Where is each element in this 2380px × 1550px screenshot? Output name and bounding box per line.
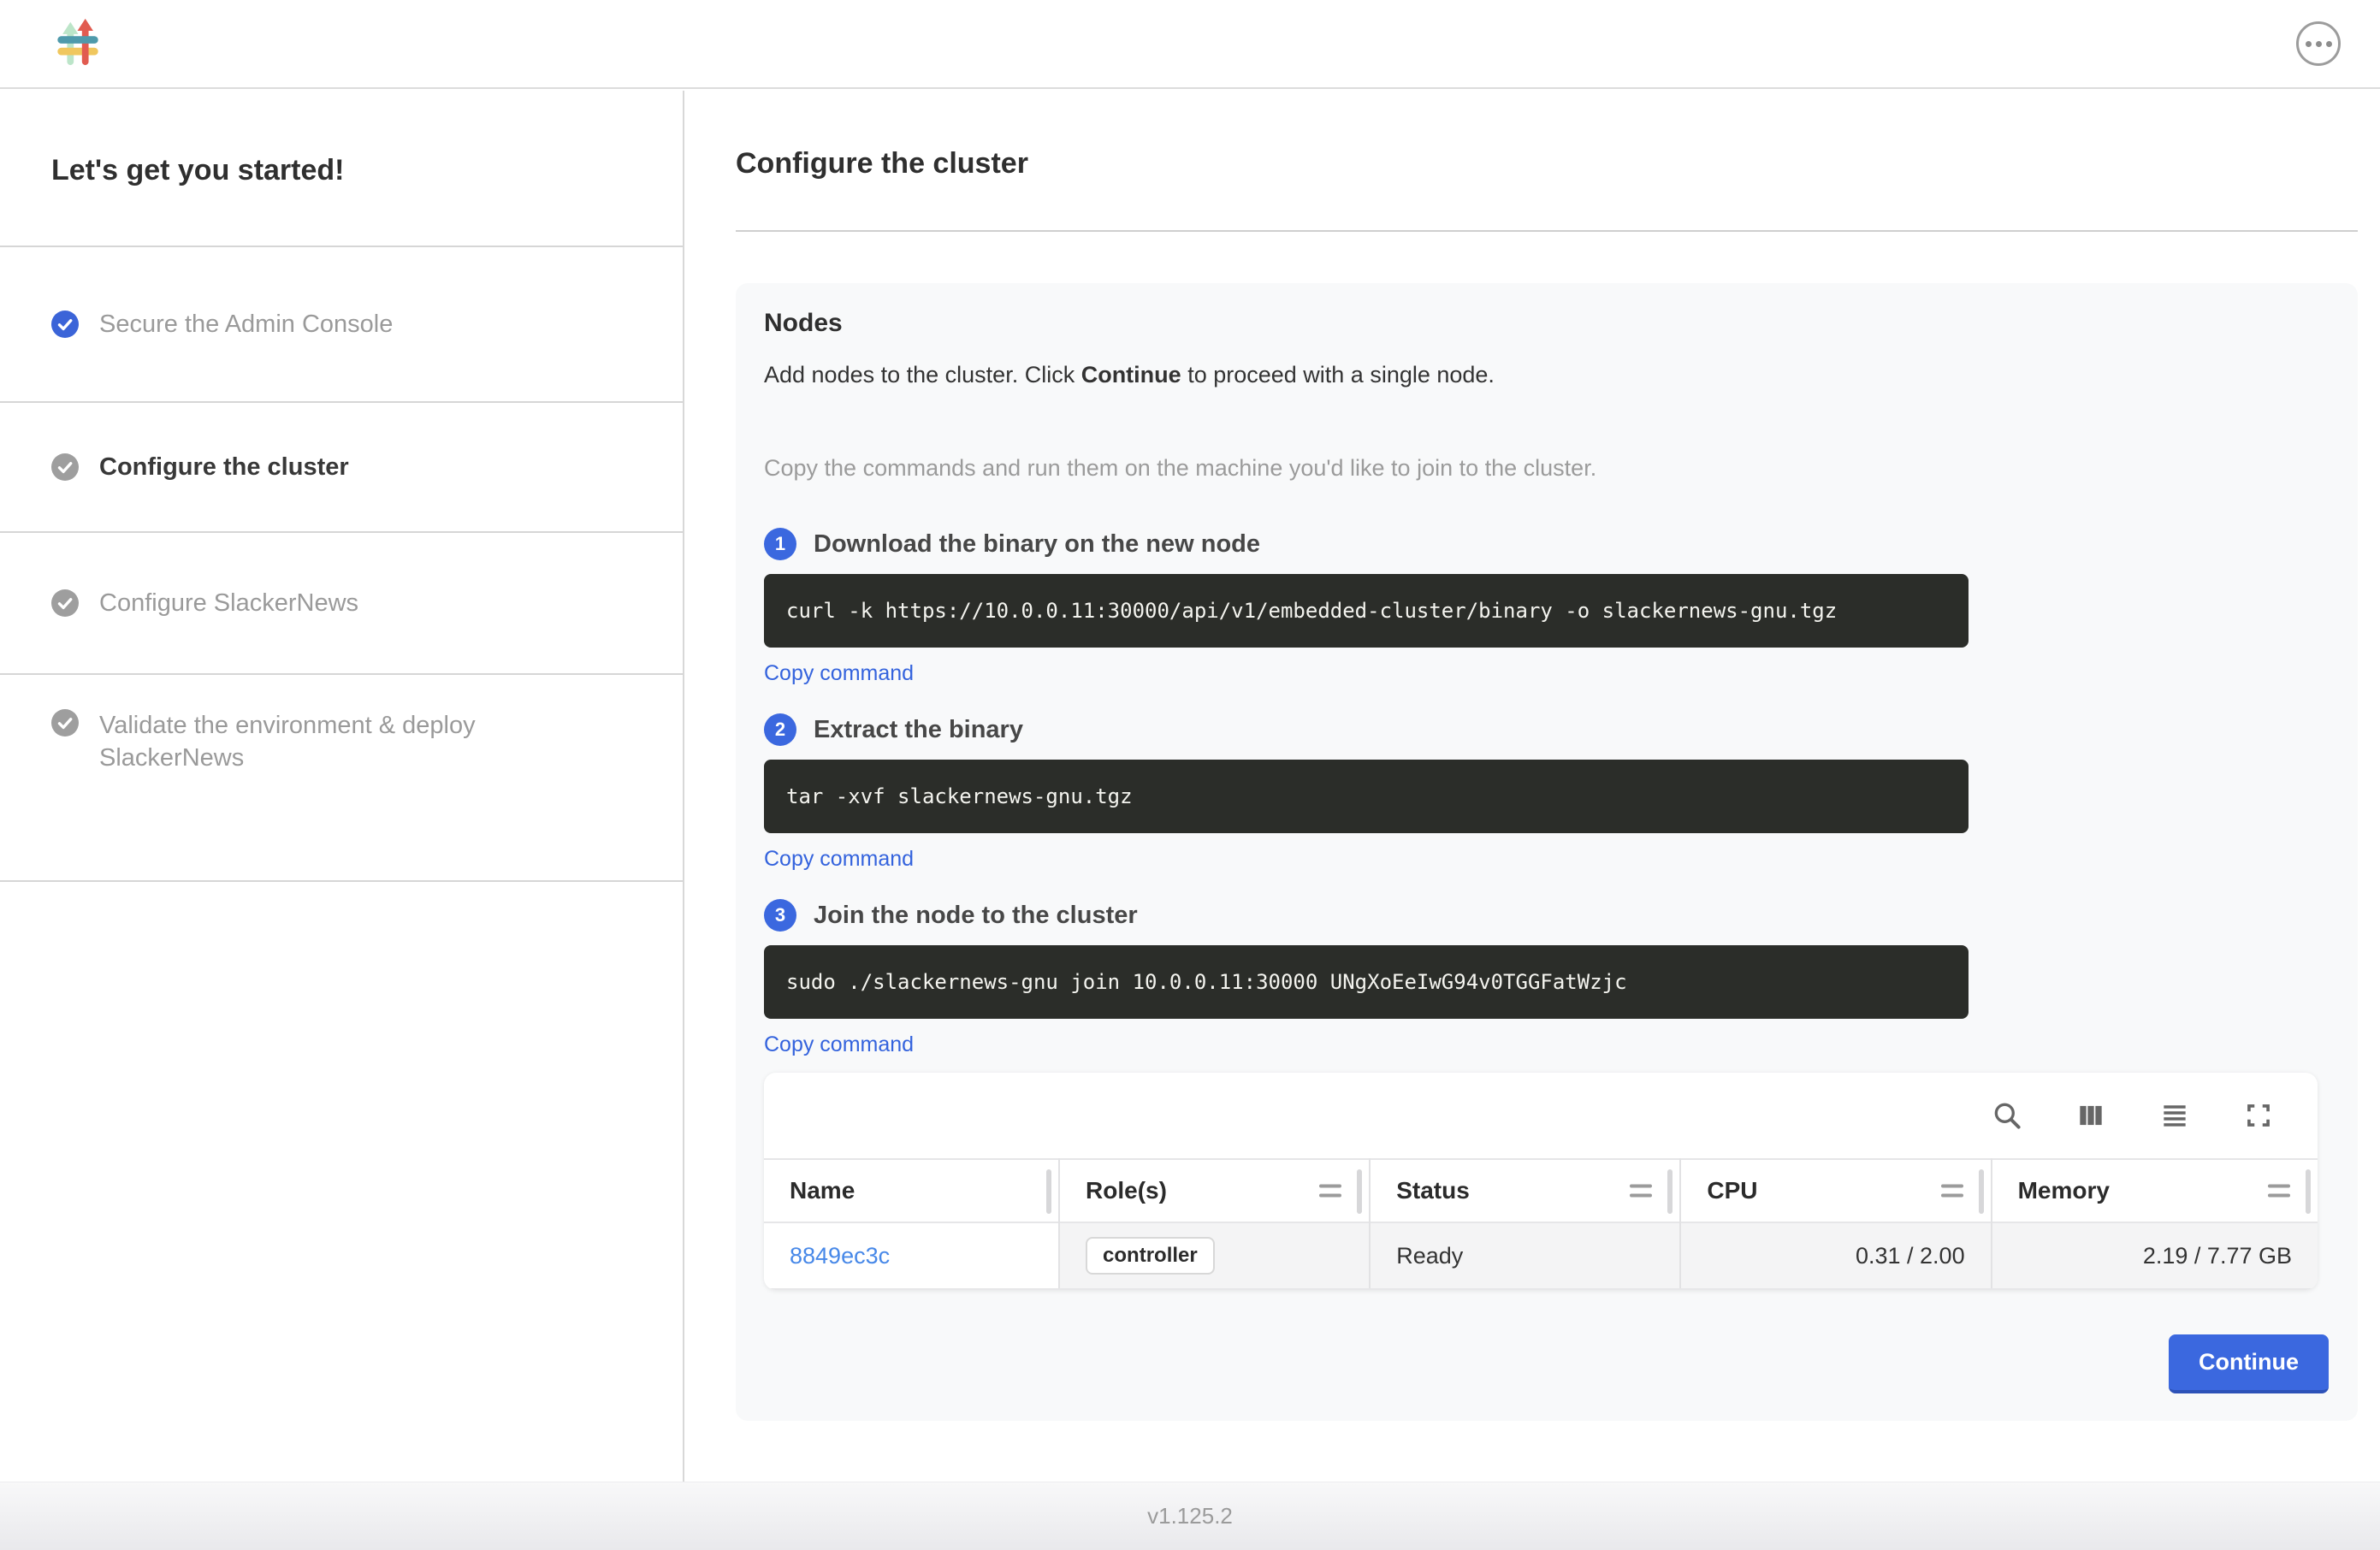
role-badge: controller bbox=[1086, 1237, 1215, 1275]
column-header-status[interactable]: Status bbox=[1370, 1159, 1680, 1222]
node-status-cell: Ready bbox=[1370, 1222, 1680, 1289]
step-3-header: 3 Join the node to the cluster bbox=[764, 899, 2337, 932]
version-label: v1.125.2 bbox=[1147, 1503, 1233, 1529]
column-header-memory[interactable]: Memory bbox=[1992, 1159, 2318, 1222]
main-content: Configure the cluster Nodes Add nodes to… bbox=[686, 91, 2380, 1482]
column-resize-handle[interactable] bbox=[1357, 1169, 1362, 1214]
column-resize-handle[interactable] bbox=[1979, 1169, 1984, 1214]
step-2-header: 2 Extract the binary bbox=[764, 713, 2337, 746]
column-header-name[interactable]: Name bbox=[764, 1159, 1059, 1222]
step-3-command-block: sudo ./slackernews-gnu join 10.0.0.11:30… bbox=[764, 945, 1969, 1019]
sidebar-item-label: Configure SlackerNews bbox=[99, 587, 358, 619]
sidebar-item-configure-slackernews[interactable]: Configure SlackerNews bbox=[0, 531, 683, 673]
ellipsis-icon bbox=[2306, 41, 2312, 47]
column-resize-handle[interactable] bbox=[1046, 1169, 1051, 1214]
step-1-copy-command-link[interactable]: Copy command bbox=[764, 661, 914, 686]
show-hide-columns-icon[interactable] bbox=[2075, 1099, 2107, 1132]
drag-handle-icon[interactable] bbox=[2268, 1179, 2290, 1204]
table-header-row: Name Role(s) Status bbox=[764, 1159, 2318, 1222]
check-circle-icon bbox=[51, 709, 79, 737]
continue-button[interactable]: Continue bbox=[2169, 1334, 2329, 1393]
check-circle-icon bbox=[51, 589, 79, 617]
setup-steps-sidebar: Let's get you started! Secure the Admin … bbox=[0, 91, 684, 1482]
check-circle-icon bbox=[51, 311, 79, 338]
column-resize-handle[interactable] bbox=[1667, 1169, 1673, 1214]
title-divider bbox=[736, 230, 2358, 232]
sidebar-item-label: Secure the Admin Console bbox=[99, 308, 393, 340]
sidebar-item-configure-cluster[interactable]: Configure the cluster bbox=[0, 401, 683, 531]
sidebar-item-validate-deploy[interactable]: Validate the environment & deploy Slacke… bbox=[0, 673, 683, 882]
step-3-title: Join the node to the cluster bbox=[814, 902, 1138, 930]
drag-handle-icon[interactable] bbox=[1630, 1179, 1652, 1204]
nodes-table: Name Role(s) Status bbox=[764, 1158, 2318, 1290]
step-3-number-badge: 3 bbox=[764, 899, 796, 932]
table-row: 8849ec3c controller Ready 0.31 / 2.00 2.… bbox=[764, 1222, 2318, 1289]
column-header-cpu[interactable]: CPU bbox=[1680, 1159, 1991, 1222]
app-footer: v1.125.2 bbox=[0, 1482, 2380, 1550]
node-name-cell: 8849ec3c bbox=[764, 1222, 1059, 1289]
slackernews-logo-icon bbox=[53, 17, 103, 71]
column-header-roles[interactable]: Role(s) bbox=[1059, 1159, 1370, 1222]
copy-instructions: Copy the commands and run them on the ma… bbox=[764, 455, 2337, 482]
nodes-table-panel: Name Role(s) Status bbox=[764, 1073, 2318, 1290]
density-icon[interactable] bbox=[2158, 1099, 2191, 1132]
node-memory-cell: 2.19 / 7.77 GB bbox=[1992, 1222, 2318, 1289]
fullscreen-icon[interactable] bbox=[2242, 1099, 2275, 1132]
sidebar-item-secure-admin-console[interactable]: Secure the Admin Console bbox=[0, 246, 683, 401]
sidebar-title: Let's get you started! bbox=[0, 91, 683, 246]
node-roles-cell: controller bbox=[1059, 1222, 1370, 1289]
sidebar-item-label: Validate the environment & deploy Slacke… bbox=[99, 709, 613, 775]
step-2-number-badge: 2 bbox=[764, 713, 796, 746]
node-name-link[interactable]: 8849ec3c bbox=[790, 1243, 890, 1269]
table-toolbar bbox=[764, 1073, 2318, 1158]
page-title: Configure the cluster bbox=[736, 147, 2358, 180]
step-2-title: Extract the binary bbox=[814, 716, 1023, 744]
drag-handle-icon[interactable] bbox=[1319, 1179, 1341, 1204]
drag-handle-icon[interactable] bbox=[1941, 1179, 1963, 1204]
column-resize-handle[interactable] bbox=[2306, 1169, 2311, 1214]
step-2-command-block: tar -xvf slackernews-gnu.tgz bbox=[764, 760, 1969, 833]
top-bar bbox=[0, 0, 2380, 89]
step-3-copy-command-link[interactable]: Copy command bbox=[764, 1032, 914, 1057]
node-cpu-cell: 0.31 / 2.00 bbox=[1680, 1222, 1991, 1289]
sidebar-item-label: Configure the cluster bbox=[99, 451, 349, 483]
card-actions: Continue bbox=[764, 1334, 2329, 1393]
step-1-command-block: curl -k https://10.0.0.11:30000/api/v1/e… bbox=[764, 574, 1969, 648]
nodes-heading: Nodes bbox=[764, 309, 2337, 338]
nodes-description: Add nodes to the cluster. Click Continue… bbox=[764, 362, 2337, 388]
step-2-copy-command-link[interactable]: Copy command bbox=[764, 847, 914, 872]
check-circle-icon bbox=[51, 453, 79, 481]
step-1-header: 1 Download the binary on the new node bbox=[764, 528, 2337, 560]
nodes-card: Nodes Add nodes to the cluster. Click Co… bbox=[736, 283, 2358, 1421]
step-1-number-badge: 1 bbox=[764, 528, 796, 560]
step-1-title: Download the binary on the new node bbox=[814, 530, 1260, 559]
search-icon[interactable] bbox=[1991, 1099, 2023, 1132]
overflow-menu-button[interactable] bbox=[2296, 21, 2341, 66]
